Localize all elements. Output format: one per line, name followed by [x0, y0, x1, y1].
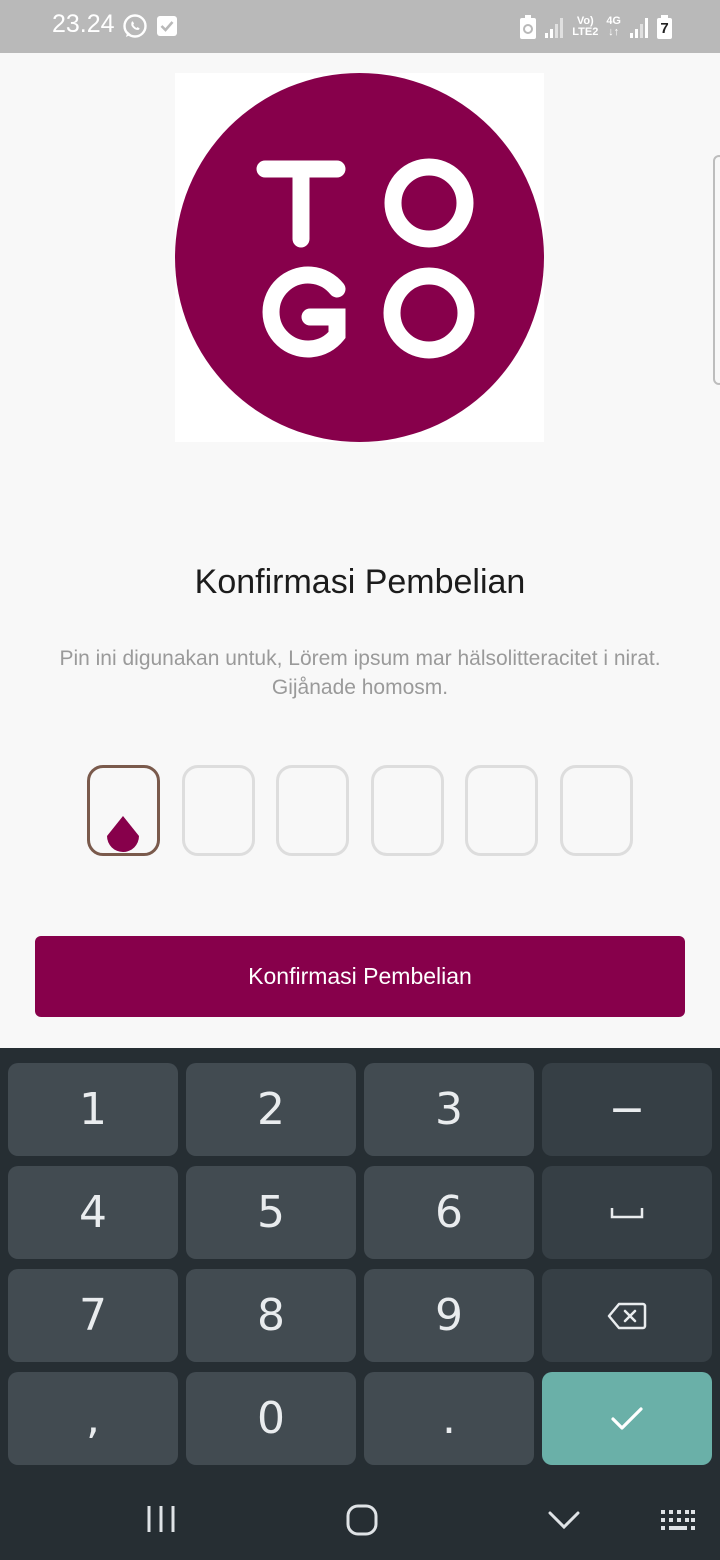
key-2[interactable]: 2 — [186, 1063, 356, 1156]
key-6[interactable]: 6 — [364, 1166, 534, 1259]
key-period[interactable]: . — [364, 1372, 534, 1465]
key-backspace[interactable] — [542, 1269, 712, 1362]
pin-digit-2[interactable] — [182, 765, 255, 856]
backspace-icon — [607, 1302, 647, 1329]
key-5[interactable]: 5 — [186, 1166, 356, 1259]
navigation-bar — [0, 1473, 720, 1560]
whatsapp-icon — [123, 14, 147, 38]
page-title: Konfirmasi Pembelian — [194, 563, 526, 601]
volte-indicator: Vo) LTE2 — [572, 16, 598, 38]
key-1[interactable]: 1 — [8, 1063, 178, 1156]
status-right-group: Vo) LTE2 4G ↓↑ 7 — [520, 12, 672, 42]
status-time: 23.24 — [52, 10, 115, 38]
network-type-indicator: 4G ↓↑ — [606, 16, 621, 38]
battery-saver-icon — [520, 15, 537, 39]
pin-digit-5[interactable] — [465, 765, 538, 856]
key-0[interactable]: 0 — [186, 1372, 356, 1465]
home-icon[interactable] — [346, 1504, 378, 1536]
pin-digit-1[interactable] — [87, 765, 160, 856]
key-minus[interactable]: − — [542, 1063, 712, 1156]
pin-digit-3[interactable] — [276, 765, 349, 856]
checkbox-notification-icon — [157, 16, 177, 36]
numeric-keyboard: 1 2 3 − 4 5 6 7 8 9 , 0 . — [0, 1048, 720, 1473]
space-icon — [610, 1207, 644, 1218]
recent-apps-icon[interactable] — [146, 1504, 176, 1534]
key-space[interactable] — [542, 1166, 712, 1259]
lte-label: LTE2 — [572, 26, 599, 38]
confirm-purchase-button[interactable]: Konfirmasi Pembelian — [35, 936, 685, 1017]
signal-icon-sim1 — [545, 18, 564, 38]
togo-logo — [175, 73, 544, 442]
status-bar: 23.24 Vo) LTE2 4G ↓↑ 7 — [0, 0, 720, 53]
signal-icon-sim2 — [630, 18, 648, 38]
battery-icon: 7 — [657, 15, 672, 39]
check-icon — [611, 1406, 643, 1430]
keyboard-icon[interactable] — [660, 1509, 696, 1533]
pin-digit-4[interactable] — [371, 765, 444, 856]
key-8[interactable]: 8 — [186, 1269, 356, 1362]
key-done[interactable] — [542, 1372, 712, 1465]
pin-input[interactable] — [87, 765, 633, 856]
pin-digit-6[interactable] — [560, 765, 633, 856]
key-4[interactable]: 4 — [8, 1166, 178, 1259]
key-comma[interactable]: , — [8, 1372, 178, 1465]
togo-logo-mark — [175, 73, 544, 442]
scroll-indicator — [713, 155, 720, 385]
battery-level: 7 — [660, 20, 669, 37]
key-3[interactable]: 3 — [364, 1063, 534, 1156]
key-9[interactable]: 9 — [364, 1269, 534, 1362]
key-7[interactable]: 7 — [8, 1269, 178, 1362]
back-icon[interactable] — [548, 1510, 580, 1530]
pin-description: Pin ini digunakan untuk, Lörem ipsum mar… — [59, 647, 661, 699]
data-arrows-icon: ↓↑ — [608, 26, 620, 38]
text-cursor-handle-icon — [107, 816, 139, 852]
